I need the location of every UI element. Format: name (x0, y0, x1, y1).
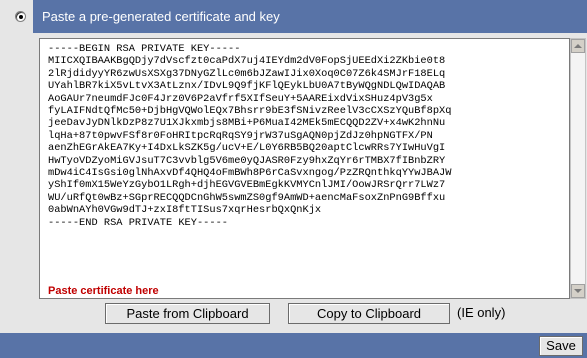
paste-option-radio[interactable] (15, 11, 26, 22)
paste-hint: Paste certificate here (48, 285, 159, 297)
footer-bar: Save (0, 333, 587, 358)
copy-to-clipboard-button[interactable]: Copy to Clipboard (288, 303, 450, 324)
paste-from-clipboard-button[interactable]: Paste from Clipboard (105, 303, 270, 324)
radio-selected-dot (19, 15, 23, 19)
certificate-text: -----BEGIN RSA PRIVATE KEY----- MIICXQIB… (48, 43, 452, 229)
certificate-textarea[interactable]: -----BEGIN RSA PRIVATE KEY----- MIICXQIB… (39, 38, 570, 299)
option-column (0, 0, 33, 333)
textarea-scrollbar[interactable] (570, 38, 586, 299)
scroll-down-button[interactable] (571, 284, 585, 298)
chevron-up-icon (574, 44, 582, 48)
section-header: Paste a pre-generated certificate and ke… (33, 0, 587, 33)
save-button[interactable]: Save (539, 336, 583, 356)
ie-only-note: (IE only) (457, 305, 506, 320)
section-title: Paste a pre-generated certificate and ke… (42, 9, 280, 24)
scroll-up-button[interactable] (571, 39, 585, 53)
chevron-down-icon (574, 289, 582, 293)
